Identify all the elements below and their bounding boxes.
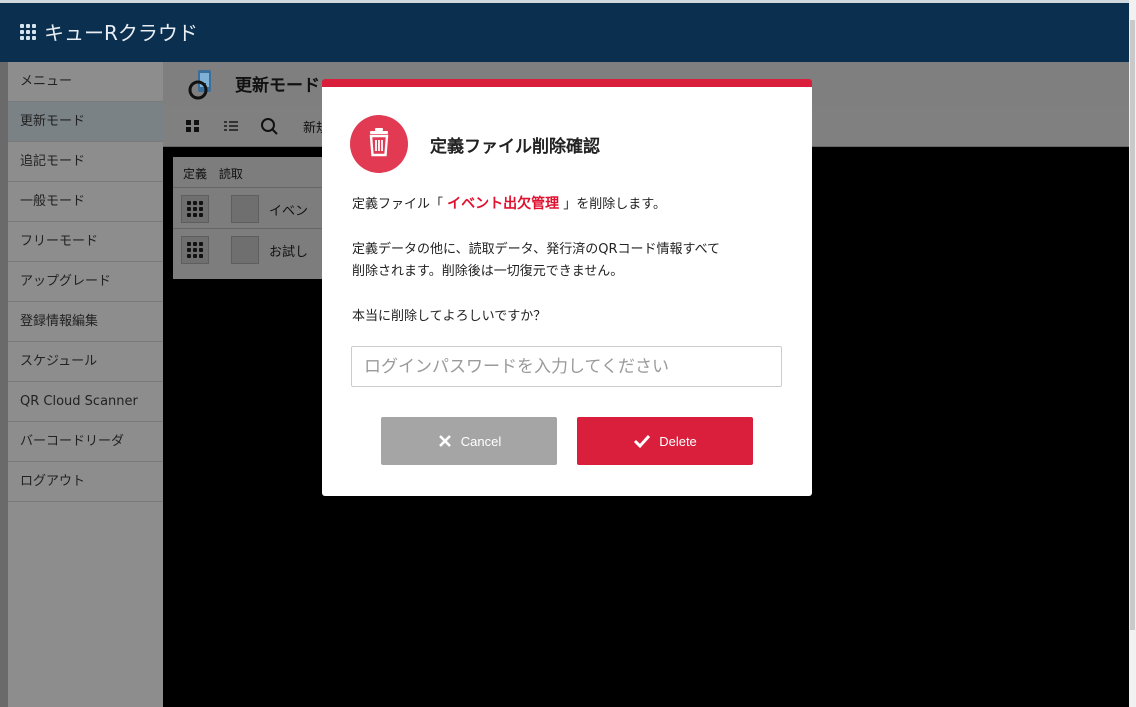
dialog-message-confirm: 本当に削除してよろしいですか？: [352, 309, 547, 324]
dialog-message-warning: 定義データの他に、読取データ、発行済のQRコード情報すべて 削除されます。削除後…: [352, 242, 721, 279]
app-title: キューRクラウド: [44, 21, 198, 45]
dialog-message-target: 定義ファイル「 イベント出欠管理 」を削除します。: [352, 196, 666, 212]
sidebar-item-upgrade[interactable]: アップグレード: [8, 262, 163, 302]
sidebar-item-barcode-reader[interactable]: バーコードリーダ: [8, 422, 163, 462]
update-mode-icon: [188, 70, 211, 100]
qr-code-icon[interactable]: [231, 195, 259, 223]
sidebar-item-account-edit[interactable]: 登録情報編集: [8, 302, 163, 342]
close-icon: [438, 435, 451, 448]
app-header: キューRクラウド: [0, 0, 1136, 62]
sidebar: メニュー 更新モード 追記モード 一般モード フリーモード アップグレード 登録…: [8, 62, 164, 707]
page-title: 更新モード: [235, 76, 320, 96]
column-header-read: 読取: [218, 167, 243, 181]
delete-confirm-dialog: 定義ファイル削除確認 定義ファイル「 イベント出欠管理 」を削除します。 定義デ…: [322, 79, 812, 496]
grid-view-icon[interactable]: [183, 116, 203, 136]
cancel-label: Cancel: [460, 433, 502, 449]
page-scrollbar[interactable]: [1129, 0, 1136, 707]
cancel-button[interactable]: Cancel: [381, 417, 557, 465]
sidebar-item-logout[interactable]: ログアウト: [8, 462, 163, 502]
sidebar-item-append-mode[interactable]: 追記モード: [8, 142, 163, 182]
apps-grid-icon[interactable]: [20, 24, 37, 41]
trash-icon: [350, 115, 408, 173]
column-header-definition: 定義: [183, 167, 208, 181]
search-icon[interactable]: [259, 116, 279, 136]
sidebar-item-general-mode[interactable]: 一般モード: [8, 182, 163, 222]
sidebar-item-update-mode[interactable]: 更新モード: [8, 102, 163, 142]
row-title: お試し: [269, 245, 309, 260]
sidebar-item-schedule[interactable]: スケジュール: [8, 342, 163, 382]
definition-menu-icon[interactable]: [181, 195, 209, 223]
definition-menu-icon[interactable]: [181, 236, 209, 264]
list-view-icon[interactable]: [221, 116, 241, 136]
password-input[interactable]: [351, 346, 782, 387]
sidebar-item-menu[interactable]: メニュー: [8, 62, 163, 102]
sidebar-item-free-mode[interactable]: フリーモード: [8, 222, 163, 262]
row-title: イベン: [269, 204, 309, 219]
sidebar-item-qr-cloud-scanner[interactable]: QR Cloud Scanner: [8, 382, 163, 422]
target-file-name: イベント出欠管理: [447, 196, 560, 212]
delete-label: Delete: [659, 433, 697, 449]
delete-button[interactable]: Delete: [577, 417, 753, 465]
check-icon: [634, 435, 651, 449]
qr-code-icon[interactable]: [231, 236, 259, 264]
dialog-title: 定義ファイル削除確認: [430, 137, 600, 157]
left-edge: [0, 62, 8, 707]
